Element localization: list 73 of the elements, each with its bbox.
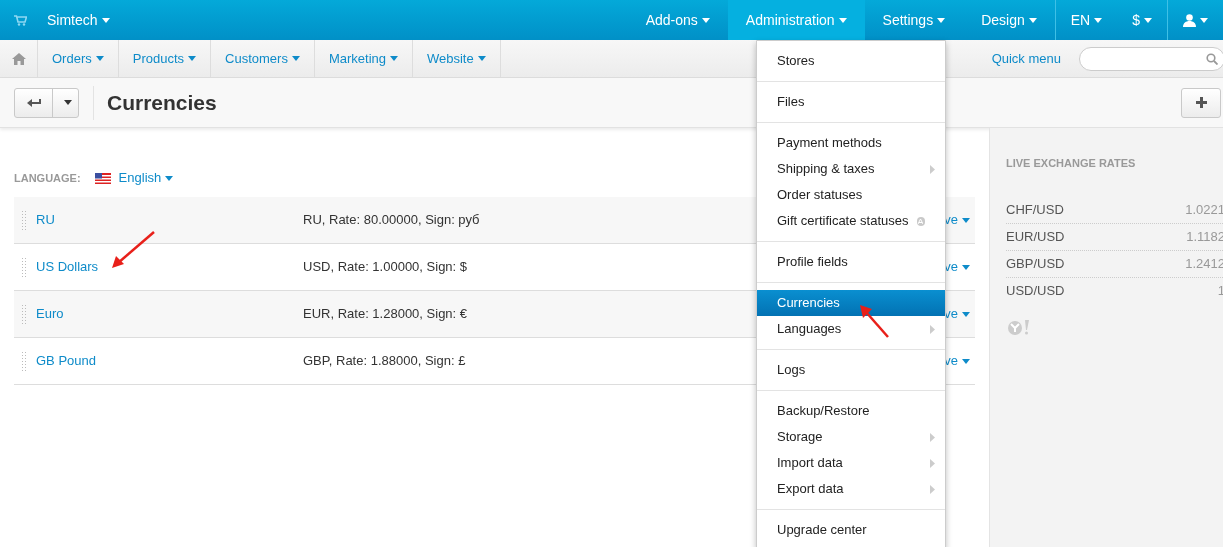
home-icon (11, 52, 26, 65)
rate-pair: CHF/USD (1006, 200, 1064, 219)
menu-item[interactable]: Files (757, 89, 945, 115)
top-menu-item[interactable]: Design (963, 0, 1055, 40)
rate-pair: USD/USD (1006, 282, 1065, 301)
annotation-arrow (858, 304, 892, 340)
menu-item[interactable]: Stores (757, 48, 945, 74)
add-button[interactable] (1181, 87, 1221, 118)
top-menu-item[interactable]: Settings (864, 0, 964, 40)
nav-menu-item[interactable]: Products (118, 40, 212, 77)
currency-details: RU, Rate: 80.00000, Sign: руб (303, 212, 480, 228)
caret-icon (165, 175, 174, 181)
menu-item[interactable]: Currencies (757, 290, 945, 316)
currency-details: GBP, Rate: 1.88000, Sign: £ (303, 353, 466, 369)
nav-menu-item[interactable]: Orders (38, 40, 119, 77)
page-title: Currencies (107, 89, 217, 116)
rate-pair: EUR/USD (1006, 227, 1065, 246)
menu-item[interactable]: Languages (757, 316, 945, 342)
quick-menu-link[interactable]: Quick menu (991, 48, 1061, 69)
caret-icon (1094, 17, 1103, 23)
menu-item[interactable]: Shipping & taxes (757, 156, 945, 182)
language-dropdown[interactable]: English (118, 168, 174, 188)
plus-icon (1195, 97, 1207, 108)
flag-icon (94, 172, 111, 184)
currency-details: EUR, Rate: 1.28000, Sign: € (303, 306, 468, 322)
nav-menu-item[interactable]: Customers (211, 40, 315, 77)
menu-item[interactable]: Logs (757, 357, 945, 383)
caret-icon (962, 217, 970, 223)
caret-icon (1200, 17, 1208, 23)
caret-icon (962, 358, 970, 364)
caret-icon (1144, 17, 1152, 23)
language-label: LANGUAGE: (14, 170, 81, 186)
currency-switcher[interactable]: $ (1117, 0, 1167, 40)
currency-name-link[interactable]: GB Pound (36, 351, 303, 371)
menu-item[interactable]: Order statuses (757, 182, 945, 208)
caret-icon (188, 56, 197, 61)
caret-icon (937, 17, 946, 23)
menu-item[interactable]: Export data (757, 476, 945, 502)
caret-icon (291, 56, 300, 61)
sidebar-title: LIVE EXCHANGE RATES (1006, 156, 1137, 171)
menu-item[interactable]: Backup/Restore (757, 398, 945, 424)
caret-icon (838, 17, 847, 23)
currency-name-link[interactable]: Euro (36, 304, 303, 324)
menu-item[interactable]: Gift certificate statuses (757, 208, 945, 234)
caret-icon (962, 264, 970, 270)
store-switcher[interactable]: Simtech (47, 0, 110, 40)
caret-icon (1028, 17, 1037, 23)
search-field[interactable] (1079, 46, 1223, 71)
caret-icon (101, 17, 110, 23)
top-menu-item[interactable]: Administration (727, 0, 865, 40)
currency-name-link[interactable]: US Dollars (36, 257, 303, 277)
caret-icon (701, 17, 710, 23)
caret-icon (477, 56, 486, 61)
back-arrow-icon (26, 97, 41, 108)
menu-item[interactable]: Payment methods (757, 130, 945, 156)
menu-item[interactable]: Upgrade center (757, 517, 945, 543)
yahoo-logo-icon (1006, 318, 1032, 335)
currency-name-link[interactable]: RU (36, 210, 303, 230)
caret-icon (390, 56, 398, 61)
caret-icon (63, 100, 72, 105)
language-switcher[interactable]: EN (1055, 0, 1118, 40)
nav-menu-item[interactable]: Website (413, 40, 501, 77)
rate-pair: GBP/USD (1006, 254, 1065, 273)
top-menu-item[interactable]: Add-ons (627, 0, 728, 40)
caret-icon (962, 311, 970, 317)
menu-item[interactable]: Profile fields (757, 249, 945, 275)
currency-details: USD, Rate: 1.00000, Sign: $ (303, 259, 468, 275)
nav-menu-item[interactable]: Marketing (314, 40, 413, 77)
menu-item[interactable]: Storage (757, 424, 945, 450)
caret-icon (95, 56, 104, 61)
search-icon (1206, 52, 1218, 65)
menu-item[interactable]: Import data (757, 450, 945, 476)
user-icon (1183, 13, 1196, 27)
